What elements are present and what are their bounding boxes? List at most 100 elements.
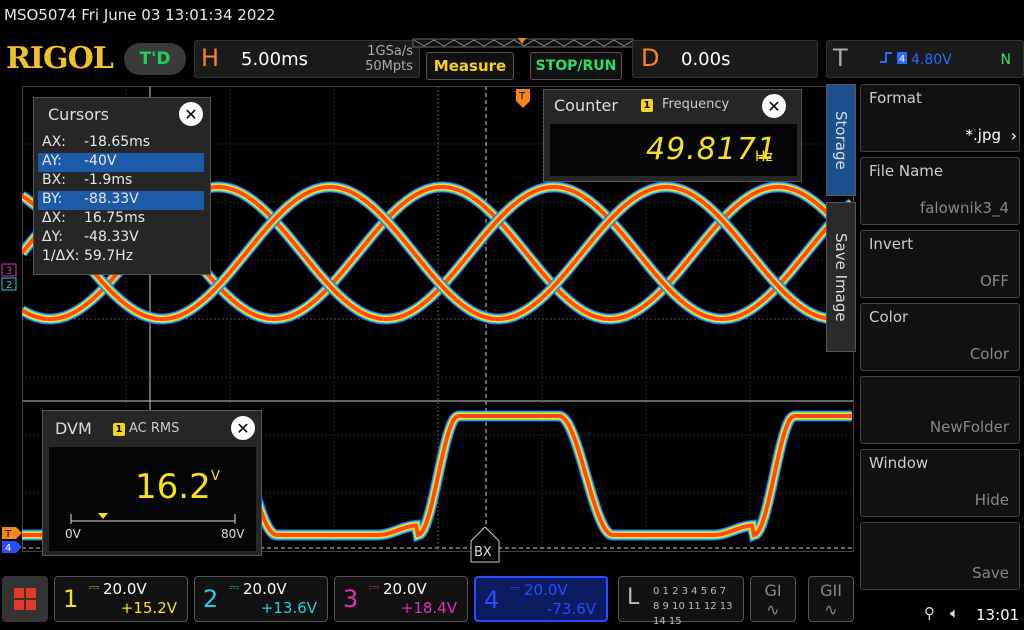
sample-rate: 1GSa/s [367, 44, 413, 59]
dvm-scale-max: 80V [221, 527, 245, 541]
svg-text:4: 4 [5, 543, 11, 554]
dvm-scale-min: 0V [65, 527, 81, 541]
bx-cursor-marker[interactable]: BX [469, 526, 501, 563]
counter-unit: Hz [755, 149, 773, 165]
dvm-mode: AC RMS [129, 421, 180, 436]
channel-1-button[interactable]: 1 ⎓ 20.0V +15.2V [54, 576, 188, 622]
dvm-value-box: 16.2 V 0V 80V [49, 447, 256, 551]
status-line: MSO5074 Fri June 03 13:01:34 2022 [0, 0, 1024, 34]
clock: 13:01 [976, 606, 1020, 624]
cursor-readouts: AX: -18.65ms AY: -40V BX: -1.9ms BY: -88.33V ΔX:… [38, 134, 240, 267]
menu-new-folder-value: NewFolder [929, 418, 1009, 436]
counter-mode: Frequency [662, 97, 730, 112]
menu-invert[interactable]: Invert OFF [860, 230, 1020, 298]
channel-1-number: 1 [63, 585, 79, 613]
delay-value: 0.00s [681, 49, 731, 70]
channel-3-button[interactable]: 3 ⎓ 20.0V +18.4V [334, 576, 468, 622]
channel-1-offset: +15.2V [120, 599, 177, 617]
chevron-right-icon: › [1010, 126, 1017, 145]
cursor-key: AX: [42, 134, 66, 150]
measure-button[interactable]: Measure [426, 52, 514, 80]
apps-menu-button[interactable] [2, 576, 48, 622]
generator-1-button[interactable]: GI ∿ [750, 576, 796, 622]
cursor-key: ΔY: [42, 229, 63, 245]
channel-3-number: 3 [343, 585, 359, 613]
generator-2-button[interactable]: GII ∿ [808, 576, 854, 622]
channel-4-number: 4 [484, 586, 500, 614]
tab-storage[interactable]: Storage [826, 84, 856, 196]
menu-color[interactable]: Color Color [860, 303, 1020, 371]
logic-analyzer-button[interactable]: L 0 1 2 3 4 5 6 7 8 9 10 11 12 13 14 15 [618, 576, 744, 627]
cursor-value: -88.33V [84, 191, 139, 207]
trigger-control[interactable]: T 4 4.80V N [826, 40, 1024, 78]
timebase-value: 5.00ms [241, 49, 308, 70]
horizontal-control[interactable]: H 5.00ms 1GSa/s 50Mpts [194, 40, 420, 78]
cursor-value: -48.33V [84, 229, 139, 245]
rigol-logo: RIGOL [6, 41, 114, 76]
td-mode-badge[interactable]: T'D [124, 43, 186, 75]
cursors-panel[interactable]: Cursors ✕ AX: -18.65ms AY: -40V BX: -1.9ms BY:… [33, 97, 211, 275]
memory-position-bar [412, 38, 634, 48]
menu-format-label: Format [869, 89, 922, 107]
cursor-value: 16.75ms [84, 210, 146, 226]
menu-invert-value: OFF [979, 272, 1009, 290]
cursor-key: ΔX: [42, 210, 66, 226]
cursors-close-icon[interactable]: ✕ [179, 102, 203, 126]
menu-window[interactable]: Window Hide [860, 449, 1020, 517]
horizontal-letter: H [201, 44, 220, 72]
menu-invert-label: Invert [869, 235, 914, 253]
trigger-mode: N [1000, 52, 1011, 68]
menu-format[interactable]: Format *.jpg › [860, 84, 1020, 152]
cursor-row: AY: -40V [38, 153, 204, 172]
channel-2-number: 2 [203, 585, 219, 613]
generator-2-label: GII [820, 581, 842, 600]
menu-window-label: Window [869, 454, 929, 472]
channel-markers-3-2: 3 2 [1, 263, 17, 291]
logic-letter: L [627, 585, 640, 610]
channel-2-offset: +13.6V [260, 599, 317, 617]
channel-4-offset: -73.6V [546, 600, 596, 618]
counter-close-icon[interactable]: ✕ [762, 94, 786, 118]
cursor-row: BX: -1.9ms [38, 172, 240, 191]
channel-3-offset: +18.4V [400, 599, 457, 617]
menu-color-value: Color [969, 345, 1009, 363]
channel-markers-t-4: T 4 [2, 527, 22, 554]
stop-run-button[interactable]: STOP/RUN [530, 52, 622, 80]
delay-letter: D [641, 44, 660, 72]
cursor-value: -1.9ms [84, 172, 133, 188]
cursor-key: 1/ΔX: [42, 248, 80, 264]
cursor-row: ΔX: 16.75ms [38, 210, 240, 229]
menu-file-name[interactable]: File Name falownik3_4 [860, 157, 1020, 225]
channel-4-button[interactable]: 4 ⎓ 20.0V -73.6V [474, 576, 608, 622]
datetime-text: MSO5074 Fri June 03 13:01:34 2022 [4, 6, 276, 24]
menu-format-value: *.jpg [965, 126, 1001, 144]
cursor-value: -40V [84, 153, 117, 169]
channel-2-scale: 20.0V [243, 580, 287, 598]
sine-wave-icon: ∿ [824, 600, 838, 619]
svg-text:T: T [4, 529, 12, 540]
trigger-position-marker: T [516, 89, 530, 108]
menu-new-folder[interactable]: NewFolder [860, 376, 1020, 444]
counter-title: Counter [554, 96, 618, 115]
counter-panel[interactable]: Counter 1 Frequency ✕ 49.8171 Hz [543, 89, 802, 182]
tab-save-image[interactable]: Save Image [826, 202, 856, 352]
cursor-row: AX: -18.65ms [38, 134, 240, 153]
dc-coupling-icon: ⎓ [229, 580, 240, 595]
dvm-panel[interactable]: DVM 1 AC RMS ✕ 16.2 V 0V 80V [42, 410, 262, 556]
speaker-muted-icon[interactable]: 🔈︎ [950, 604, 959, 622]
menu-color-label: Color [869, 308, 909, 326]
channel-2-button[interactable]: 2 ⎓ 20.0V +13.6V [194, 576, 328, 622]
dvm-close-icon[interactable]: ✕ [231, 416, 255, 440]
svg-text:2: 2 [6, 280, 12, 291]
delay-control[interactable]: D 0.00s [632, 40, 818, 78]
dc-coupling-icon: ⎓ [89, 580, 100, 595]
acquisition-info: 1GSa/s 50Mpts [343, 44, 413, 74]
channel-1-scale: 20.0V [103, 580, 147, 598]
trigger-edge-icon: 4 [879, 50, 909, 70]
generator-1-label: GI [764, 581, 782, 600]
cursor-key: BY: [42, 191, 63, 207]
svg-text:3: 3 [6, 266, 12, 277]
channel-4-scale: 20.0V [524, 581, 568, 599]
dvm-title: DVM [55, 419, 92, 438]
dvm-bar-gauge [70, 513, 236, 524]
